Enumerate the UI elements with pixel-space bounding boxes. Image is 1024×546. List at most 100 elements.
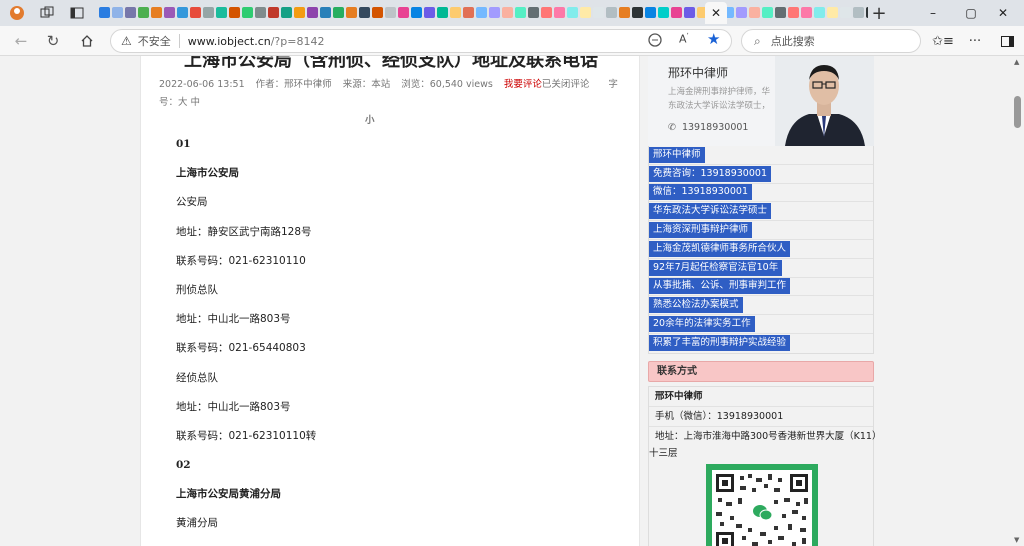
tab-favicon[interactable]: [489, 7, 500, 18]
tab-favicon[interactable]: [99, 7, 110, 18]
profile-description: 上海金牌刑事辩护律师，华东政法大学诉讼法学硕士，: [668, 87, 771, 111]
favorites-icon[interactable]: ✩≡: [932, 30, 954, 52]
tag-row: 积累了丰富的刑事辩护实战经验: [649, 334, 873, 353]
active-tab-close-button[interactable]: ✕: [705, 2, 727, 24]
scrollbar-thumb[interactable]: [1014, 96, 1021, 128]
security-label: 不安全: [137, 35, 171, 48]
tab-favicon[interactable]: [177, 7, 188, 18]
read-aloud-icon[interactable]: Aʼ: [679, 32, 689, 46]
tab-favicon[interactable]: [541, 7, 552, 18]
more-icon[interactable]: ···: [964, 30, 986, 52]
tab-favicon[interactable]: [372, 7, 383, 18]
tab-favicon[interactable]: [333, 7, 344, 18]
tab-favicon[interactable]: [242, 7, 253, 18]
tab-favicon[interactable]: [528, 7, 539, 18]
tab-favicon[interactable]: [359, 7, 370, 18]
tab-favicon[interactable]: [645, 7, 656, 18]
tab-favicon[interactable]: [580, 7, 591, 18]
tab-favicon[interactable]: [268, 7, 279, 18]
tab-favicon[interactable]: [164, 7, 175, 18]
tab-favicon[interactable]: [606, 7, 617, 18]
tab-favicon[interactable]: [502, 7, 513, 18]
back-icon[interactable]: ←: [10, 30, 32, 52]
tab-favicon[interactable]: [294, 7, 305, 18]
tab-favicon[interactable]: [385, 7, 396, 18]
tab-favicon[interactable]: [307, 7, 318, 18]
tab-favicon[interactable]: [450, 7, 461, 18]
tab-favicon[interactable]: [463, 7, 474, 18]
tab-favicon[interactable]: [125, 7, 136, 18]
refresh-icon[interactable]: ↻: [42, 30, 64, 52]
tab-favicon[interactable]: [411, 7, 422, 18]
article-line: 刑侦总队: [176, 283, 218, 296]
tab-favicon[interactable]: [320, 7, 331, 18]
tab-favicon[interactable]: [814, 7, 825, 18]
font-size-small[interactable]: 小: [159, 112, 629, 130]
close-window-button[interactable]: ✕: [980, 0, 1024, 26]
tab-actions-icon[interactable]: [66, 0, 88, 26]
workspaces-icon[interactable]: [36, 0, 58, 26]
lawyer-tag: 邢环中律师: [649, 146, 705, 163]
contact-name: 邢环中律师: [649, 387, 873, 407]
article-line: 地址：静安区武宁南路128号: [176, 225, 312, 238]
tab-favicon[interactable]: [840, 7, 851, 18]
tag-row: 华东政法大学诉讼法学硕士: [649, 202, 873, 222]
sidebar-toggle-icon[interactable]: [996, 30, 1018, 52]
tab-favicon[interactable]: [190, 7, 201, 18]
tab-favicon[interactable]: [632, 7, 643, 18]
tab-favicon[interactable]: [216, 7, 227, 18]
tab-favicon[interactable]: [736, 7, 747, 18]
search-box[interactable]: ⌕ 点此搜索: [741, 29, 921, 53]
meta-source: 来源：本站: [342, 79, 391, 90]
address-bar[interactable]: ⚠ 不安全 www.iobject.cn /?p=8142: [110, 29, 732, 53]
tab-favicon[interactable]: [554, 7, 565, 18]
tab-favicon[interactable]: [346, 7, 357, 18]
lawyer-tag: 20余年的法律实务工作: [649, 316, 755, 333]
lawyer-tag: 从事批捕、公诉、刑事审判工作: [649, 278, 791, 295]
tab-favicon[interactable]: [827, 7, 838, 18]
home-icon[interactable]: [76, 30, 98, 52]
tab-favicon[interactable]: [801, 7, 812, 18]
lawyer-profile-card[interactable]: 邢环中律师 上海金牌刑事辩护律师，华东政法大学诉讼法学硕士， ✆ 13918930…: [648, 56, 874, 146]
tab-favicon[interactable]: [762, 7, 773, 18]
tab-favicon[interactable]: [593, 7, 604, 18]
article-column: 上海市公安局（含刑侦、经侦支队）地址及联系电话 2022-06-06 13:51…: [140, 56, 640, 546]
tab-favicon[interactable]: [749, 7, 760, 18]
tab-favicon[interactable]: [788, 7, 799, 18]
tab-favicon[interactable]: [853, 7, 864, 18]
tab-favicon[interactable]: [151, 7, 162, 18]
tab-favicon[interactable]: [281, 7, 292, 18]
tab-favicon[interactable]: [398, 7, 409, 18]
scroll-down-arrow[interactable]: ▼: [1014, 536, 1019, 544]
tab-favicon[interactable]: [138, 7, 149, 18]
favorite-star-icon[interactable]: ★: [707, 30, 720, 48]
tab-favicon[interactable]: [437, 7, 448, 18]
tab-favicon[interactable]: [112, 7, 123, 18]
tab-favicon[interactable]: [658, 7, 669, 18]
tab-favicon[interactable]: [255, 7, 266, 18]
tab-favicon[interactable]: [515, 7, 526, 18]
article-line: 地址：中山北一路803号: [176, 400, 291, 413]
profile-phone: ✆ 13918930001: [668, 122, 748, 133]
profile-avatar-icon[interactable]: [6, 0, 28, 26]
tab-favicon[interactable]: [476, 7, 487, 18]
tab-favicon[interactable]: [229, 7, 240, 18]
phone-icon: ✆: [668, 122, 676, 133]
comment-link[interactable]: 我要评论: [504, 79, 542, 90]
tab-favicon[interactable]: [775, 7, 786, 18]
lawyer-tag-list: 邢环中律师 免费咨询：13918930001 微信：13918930001 华东政法大…: [648, 146, 874, 354]
lawyer-tag: 熟悉公检法办案模式: [649, 297, 743, 314]
tab-favicon[interactable]: [671, 7, 682, 18]
translate-icon[interactable]: [648, 33, 662, 50]
tab-favicon[interactable]: [567, 7, 578, 18]
tab-favicon[interactable]: [424, 7, 435, 18]
scroll-up-arrow[interactable]: ▲: [1014, 58, 1019, 66]
article-line: 黄浦分局: [176, 517, 218, 530]
tab-favicon[interactable]: [203, 7, 214, 18]
tab-favicon[interactable]: [619, 7, 630, 18]
tab-favicon[interactable]: [684, 7, 695, 18]
tab-strip[interactable]: [98, 4, 868, 22]
new-tab-button[interactable]: +: [868, 0, 890, 26]
page-scrollbar[interactable]: ▲ ▼: [1012, 56, 1024, 546]
search-icon: ⌕: [754, 33, 761, 48]
